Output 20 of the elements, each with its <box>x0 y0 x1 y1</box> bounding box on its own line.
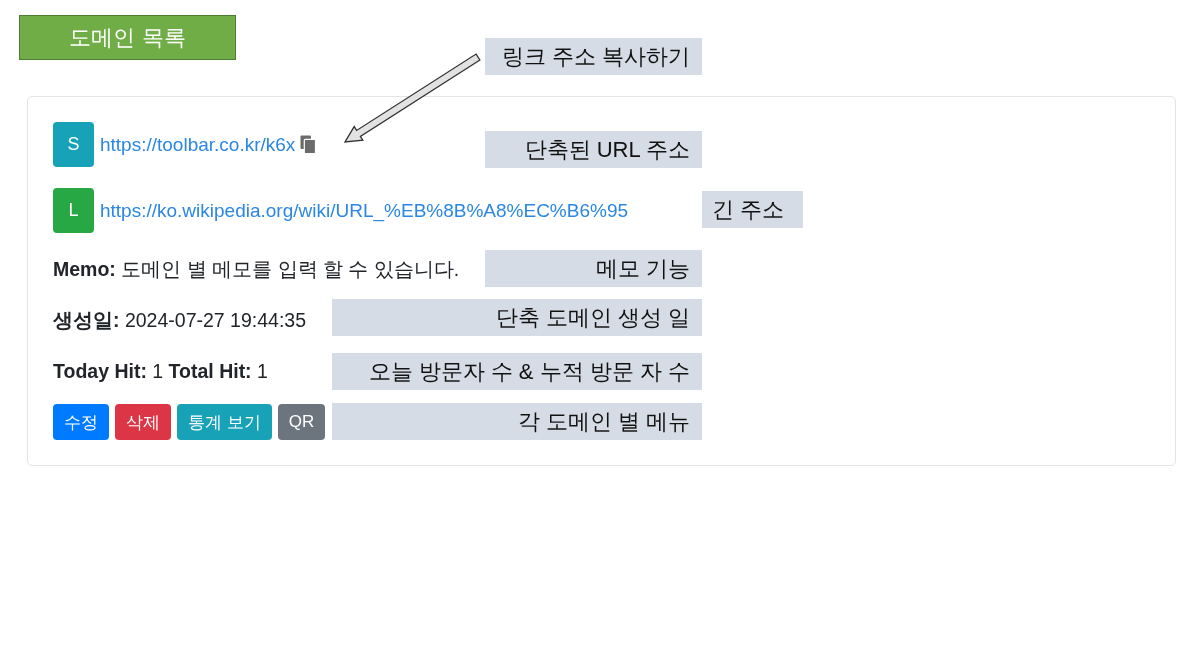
letter-badge: L <box>53 188 94 233</box>
title-banner: 도메인 목록 <box>19 15 236 60</box>
hit-count-text: Today Hit: 1 Total Hit: 1 <box>53 359 268 383</box>
annotation-label: 단축 도메인 생성 일 <box>332 299 702 336</box>
annotation-label: 오늘 방문자 수 & 누적 방문 자 수 <box>332 353 702 390</box>
url-link[interactable]: https://ko.wikipedia.org/wiki/URL_%EB%8B%A8%EC%B6%95 <box>100 199 629 222</box>
annotation-label: 단축된 URL 주소 <box>485 131 702 168</box>
annotation-label: 링크 주소 복사하기 <box>485 38 702 75</box>
copy-icon[interactable] <box>300 135 317 154</box>
action-button[interactable]: 삭제 <box>115 404 171 440</box>
action-button[interactable]: 통계 보기 <box>177 404 272 440</box>
created-date-text: 생성일: 2024-07-27 19:44:35 <box>53 308 306 332</box>
letter-badge: S <box>53 122 94 167</box>
annotation-label: 각 도메인 별 메뉴 <box>332 403 702 440</box>
action-button[interactable]: 수정 <box>53 404 109 440</box>
action-button[interactable]: QR <box>277 404 326 440</box>
annotation-label: 긴 주소 <box>702 191 803 228</box>
memo-text: Memo: 도메인 별 메모를 입력 할 수 있습니다. <box>53 257 460 281</box>
url-link[interactable]: https://toolbar.co.kr/k6x <box>100 133 296 156</box>
annotation-label: 메모 기능 <box>485 250 702 287</box>
